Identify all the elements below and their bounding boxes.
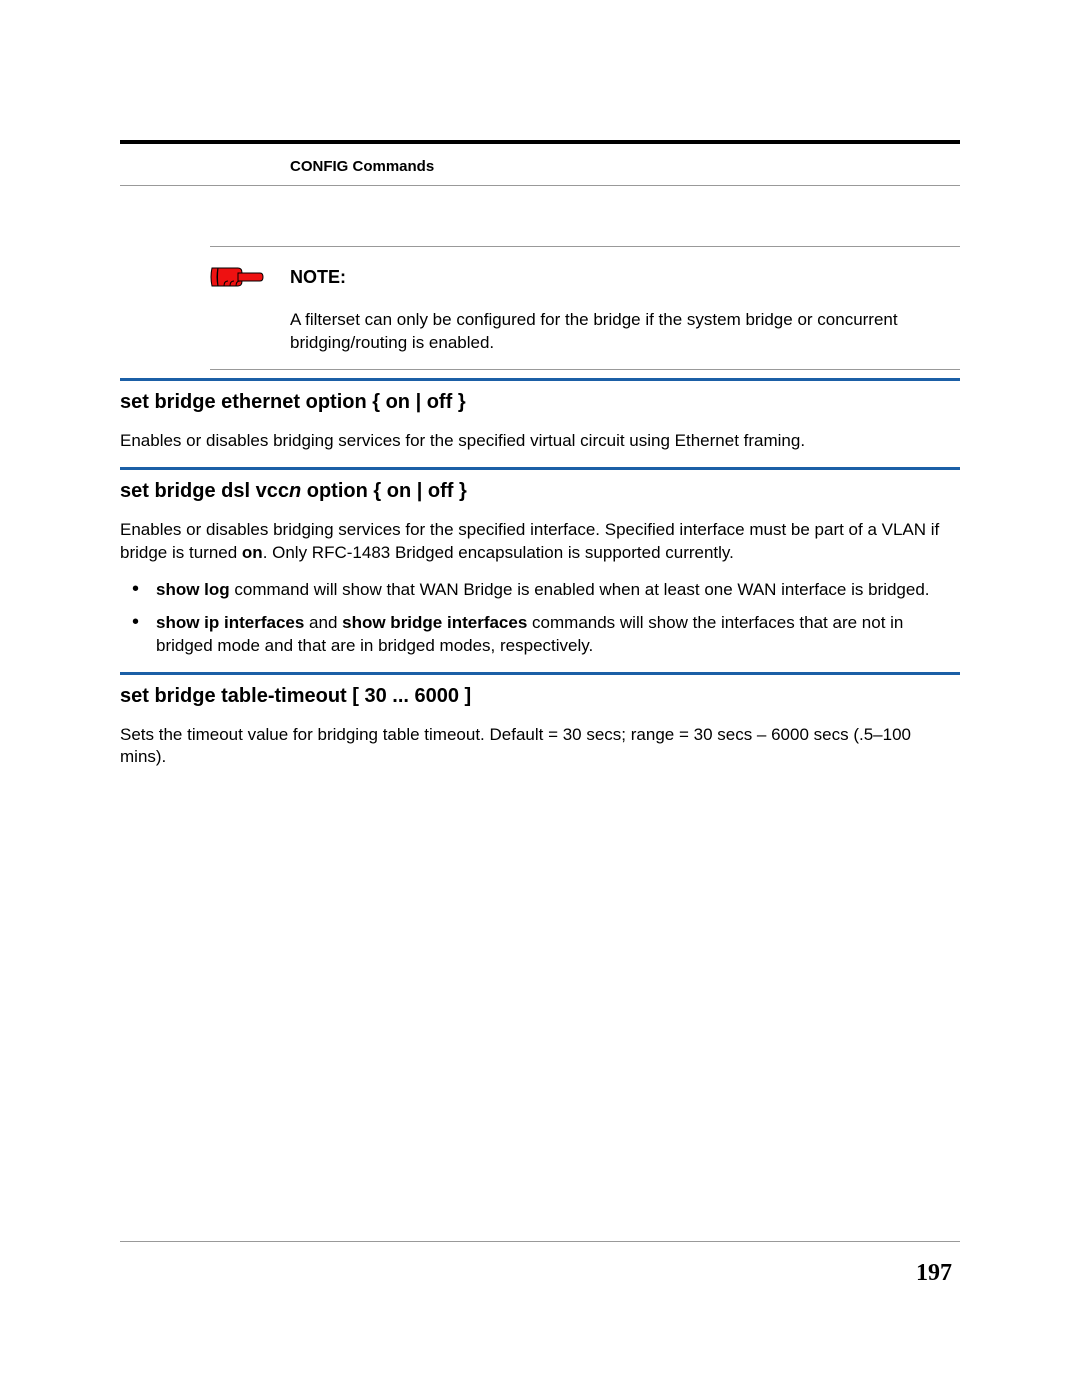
page: CONFIG Commands NO (0, 0, 1080, 1397)
bullet-list: show log command will show that WAN Brid… (120, 579, 960, 658)
section-rule (120, 467, 960, 470)
section-body: Sets the timeout value for bridging tabl… (120, 724, 960, 770)
footer-rule (120, 1241, 960, 1242)
heading-text: set bridge table-timeout [ 30 ... 6000 ] (120, 685, 471, 707)
section-rule (120, 672, 960, 675)
section-body: Enables or disables bridging services fo… (120, 519, 960, 565)
page-header: CONFIG Commands (120, 150, 960, 185)
top-rule-thin (120, 185, 960, 186)
page-number: 197 (916, 1260, 952, 1287)
section-body: Enables or disables bridging services fo… (120, 430, 960, 453)
heading-text: set bridge dsl vcc (120, 480, 289, 502)
section: set bridge dsl vccn option { on | off } E… (120, 467, 960, 658)
pointing-hand-icon (210, 259, 270, 295)
section: set bridge table-timeout [ 30 ... 6000 ]… (120, 672, 960, 770)
section-rule (120, 378, 960, 381)
section-heading: set bridge table-timeout [ 30 ... 6000 ] (120, 685, 960, 708)
note-label: NOTE: (290, 267, 346, 288)
section: set bridge ethernet option { on | off } E… (120, 378, 960, 453)
note-head: NOTE: (210, 259, 960, 295)
note-block: NOTE: A filterset can only be configured… (210, 246, 960, 370)
heading-text: option { on | off } (301, 480, 467, 502)
section-heading: set bridge ethernet option { on | off } (120, 391, 960, 414)
note-text: A filterset can only be configured for t… (290, 309, 960, 355)
list-item: show log command will show that WAN Brid… (124, 579, 960, 602)
sections-container: set bridge ethernet option { on | off } E… (120, 378, 960, 770)
list-item: show ip interfaces and show bridge inter… (124, 612, 960, 658)
top-rule-thick (120, 140, 960, 144)
section-heading: set bridge dsl vccn option { on | off } (120, 480, 960, 503)
heading-italic: n (289, 480, 301, 502)
heading-text: set bridge ethernet option { on | off } (120, 391, 466, 413)
header-section-title: CONFIG Commands (290, 158, 434, 175)
